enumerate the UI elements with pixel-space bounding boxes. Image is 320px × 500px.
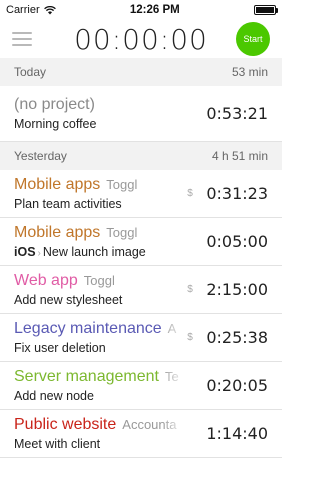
entry-project-line: (no project) [14,96,186,114]
status-left: Carrier [6,4,56,16]
time-entry-row[interactable]: Mobile apps Toggl iOS › New launch image 0:05… [0,218,282,266]
entry-info: (no project) Morning coffee [14,96,186,131]
time-entry-row[interactable]: Server managementTe Add new node 0:20:05 [0,362,282,410]
entry-description: Fix user deletion [14,341,186,355]
entry-info: Web app Toggl Add new stylesheet [14,272,186,307]
entry-duration: 0:53:21 [206,104,268,123]
entry-project-line: Mobile apps Toggl [14,224,186,242]
description-text: Add new stylesheet [14,293,123,307]
billable-icon: $ [187,188,193,199]
entry-info: Server managementTe Add new node [14,368,186,403]
entry-project-line: Server managementTe [14,368,186,386]
project-name: Web app [14,272,78,289]
text-fade [162,410,186,457]
entry-description: iOS › New launch image [14,245,186,259]
time-entry-row[interactable]: Public website Accounta Meet with client 1:… [0,410,282,458]
battery-fill [255,7,274,13]
entry-project-line: Public website Accounta [14,416,186,434]
chevron-right-icon: › [37,248,41,259]
client-name: Toggl [106,177,138,192]
entry-description: Meet with client [14,437,186,451]
entry-duration: 0:25:38 [206,328,268,347]
wifi-icon [43,5,56,15]
text-fade [162,314,186,361]
project-name: (no project) [14,96,95,113]
client-name: Toggl [83,273,115,288]
description-text: Fix user deletion [14,341,106,355]
project-name: Public website [14,416,117,433]
project-name: Server management [14,368,159,385]
entry-duration: 0:31:23 [206,184,268,203]
clock-time: 12:26 PM [129,4,180,16]
entry-duration: 2:15:00 [206,280,268,299]
time-entry-list: Today 53 min (no project) Morning coffee 0:5… [0,58,282,458]
entry-info: Legacy maintenanceA Fix user deletion [14,320,186,355]
entry-description: Add new stylesheet [14,293,186,307]
entry-project-line: Legacy maintenanceA [14,320,186,338]
entry-info: Mobile apps Toggl iOS › New launch image [14,224,186,259]
billable-icon: $ [187,284,193,295]
description-text: Plan team activities [14,197,122,211]
section-title: Today [14,65,47,79]
billable-icon: $ [187,332,193,343]
carrier-label: Carrier [6,4,40,16]
project-name: Mobile apps [14,224,101,241]
description-text: Add new node [14,389,94,403]
entry-info: Public website Accounta Meet with client [14,416,186,451]
entry-description: Add new node [14,389,186,403]
entry-description: Morning coffee [14,117,186,131]
entry-project-line: Mobile apps Toggl [14,176,186,194]
battery-icon [253,5,278,15]
client-name: Toggl [106,225,138,240]
section-header: Yesterday 4 h 51 min [0,142,282,170]
timer-header: 00:00:00 Start [0,20,282,58]
description-text: New launch image [42,245,146,259]
section-total: 4 h 51 min [211,149,268,163]
section-header: Today 53 min [0,58,282,86]
section-title: Yesterday [14,149,67,163]
project-name: Legacy maintenance [14,320,162,337]
entry-duration: 0:20:05 [206,376,268,395]
entry-duration: 0:05:00 [206,232,268,251]
description-text: Morning coffee [14,117,97,131]
entry-duration: 1:14:40 [206,424,268,443]
time-entry-row[interactable]: Web app Toggl Add new stylesheet $2:15:00 [0,266,282,314]
time-entry-row[interactable]: Mobile apps Toggl Plan team activities $0:3… [0,170,282,218]
time-entry-row[interactable]: Legacy maintenanceA Fix user deletion $0:2… [0,314,282,362]
section-total: 53 min [231,65,268,79]
task-name: iOS [14,245,36,259]
entry-info: Mobile apps Toggl Plan team activities [14,176,186,211]
description-text: Meet with client [14,437,101,451]
entry-description: Plan team activities [14,197,186,211]
entry-project-line: Web app Toggl [14,272,186,290]
status-bar: Carrier 12:26 PM [0,0,282,20]
time-entry-row[interactable]: (no project) Morning coffee 0:53:21 [0,86,282,142]
project-name: Mobile apps [14,176,101,193]
start-button[interactable]: Start [236,22,270,56]
text-fade [162,362,186,409]
